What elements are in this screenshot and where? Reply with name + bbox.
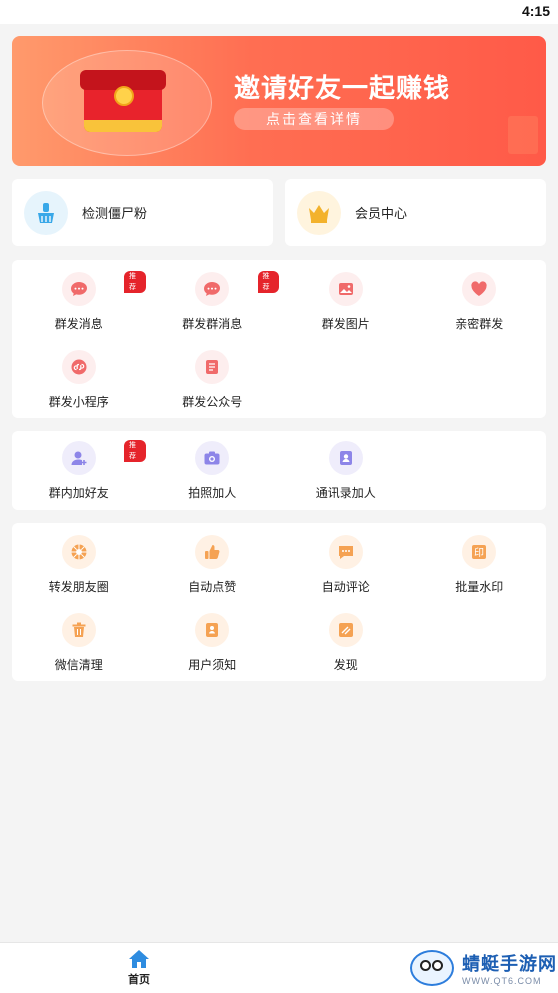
group-chat-icon [195,272,230,306]
add-friends-section: 群内加好友 推荐 拍照加人 通讯录加人 [12,431,546,510]
item-label: 群发公众号 [182,395,243,409]
mass-send-mini-program-item[interactable]: 群发小程序 [12,346,146,424]
item-label: 群发群消息 [182,317,243,331]
intimate-send-item[interactable]: 亲密群发 [413,268,547,346]
discover-icon [328,613,363,647]
heart-icon [462,272,497,306]
invite-banner[interactable]: 邀请好友一起赚钱 点击查看详情 [12,36,546,166]
item-label: 批量水印 [455,580,504,594]
thumbs-up-icon [195,535,230,569]
item-label: 通讯录加人 [315,486,376,500]
item-label: 群内加好友 [48,486,109,500]
stamp-icon: 印 [462,535,497,569]
banner-title: 邀请好友一起赚钱 [234,73,451,103]
official-account-icon [195,350,230,384]
svg-text:印: 印 [474,547,484,559]
item-label: 亲密群发 [455,317,504,331]
status-time: 4:15 [521,3,550,19]
trash-icon [61,613,96,647]
mass-send-image-item[interactable]: 群发图片 [279,268,413,346]
dragonfly-mascot-icon [410,950,454,986]
contacts-add-item[interactable]: 通讯录加人 [279,437,413,515]
photo-add-item[interactable]: 拍照加人 [146,437,280,515]
moments-icon [61,535,96,569]
broom-icon [24,190,68,235]
item-label: 用户须知 [188,658,237,672]
forward-moments-item[interactable]: 转发朋友圈 [12,531,146,609]
notice-icon [195,613,230,647]
mass-send-section: 群发消息 推荐 群发群消息 推荐 群发图片 亲密群发 群发小程序 群发公众号 [12,260,546,418]
wechat-cleanup-item[interactable]: 微信清理 [12,609,146,687]
item-label: 发现 [333,658,358,672]
image-icon [328,272,363,306]
discover-item[interactable]: 发现 [279,609,413,687]
camera-icon [195,441,230,475]
watermark-name: 蜻蜓手游网 [462,954,557,974]
item-label: 群发图片 [321,317,370,331]
contacts-icon [328,441,363,475]
banner-details-button[interactable]: 点击查看详情 [234,108,394,130]
auto-comment-item[interactable]: 自动评论 [279,531,413,609]
comment-icon [328,535,363,569]
quick-label: 会员中心 [355,206,408,221]
item-label: 自动点赞 [188,580,237,594]
banner-decoration [508,116,538,154]
item-label: 转发朋友圈 [48,580,109,594]
item-label: 群发消息 [54,317,103,331]
group-add-friends-item[interactable]: 群内加好友 推荐 [12,437,146,515]
tools-section: 转发朋友圈 自动点赞 自动评论 印 批量水印 微信清理 用户须知 发现 [12,523,546,681]
recommend-badge: 推荐 [257,271,279,293]
watermark-url: WWW.QT6.COM [462,976,542,986]
mass-send-group-message-item[interactable]: 群发群消息 推荐 [146,268,279,346]
batch-watermark-item[interactable]: 印 批量水印 [413,531,547,609]
tab-home-label: 首页 [128,974,150,986]
member-center-card[interactable]: 会员中心 [285,179,546,246]
status-bar: 4:15 [0,0,558,24]
recommend-badge: 推荐 [124,440,146,462]
item-label: 自动评论 [321,580,370,594]
quick-label: 检测僵尸粉 [82,206,148,221]
red-envelope-icon [80,70,166,132]
detect-zombie-fans-card[interactable]: 检测僵尸粉 [12,179,273,246]
home-icon [129,950,149,968]
recommend-badge: 推荐 [124,271,146,293]
add-user-icon [61,441,96,475]
mini-program-icon [61,350,96,384]
crown-icon [297,190,341,235]
auto-like-item[interactable]: 自动点赞 [146,531,280,609]
item-label: 微信清理 [54,658,103,672]
watermark-logo: 蜻蜓手游网 WWW.QT6.COM [410,950,557,986]
item-label: 群发小程序 [48,395,109,409]
chat-bubble-icon [61,272,96,306]
tab-home[interactable]: 首页 [116,949,162,987]
mass-send-official-account-item[interactable]: 群发公众号 [146,346,280,424]
mass-send-message-item[interactable]: 群发消息 推荐 [12,268,146,346]
item-label: 拍照加人 [188,486,237,500]
user-notice-item[interactable]: 用户须知 [146,609,280,687]
